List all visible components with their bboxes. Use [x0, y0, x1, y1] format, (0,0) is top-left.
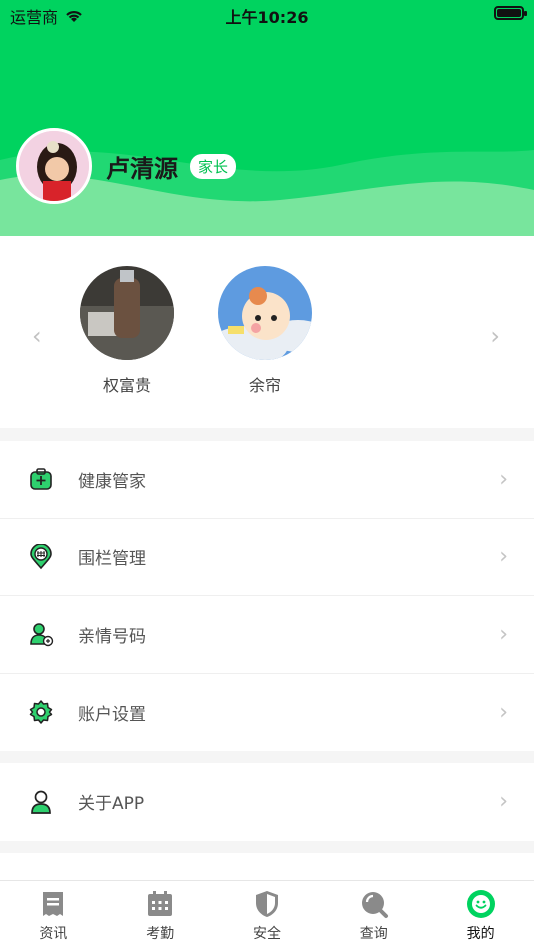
shield-icon	[255, 891, 278, 917]
menu-item-health[interactable]: 健康管家 ›	[0, 441, 534, 519]
tab-label: 资讯	[39, 926, 68, 942]
chevron-right-icon: ›	[499, 544, 508, 570]
role-badge: 家长	[190, 153, 237, 179]
tab-safety[interactable]: 安全	[214, 881, 321, 950]
tab-label: 安全	[252, 926, 281, 942]
child-item[interactable]: 权富贵	[77, 266, 177, 396]
tab-bar: 资讯 考勤 安全 查询 我的	[0, 880, 534, 950]
chevron-right-icon: ›	[499, 699, 508, 725]
family-contact-icon	[30, 623, 54, 647]
fence-pin-icon	[30, 543, 52, 569]
status-time: 上午10:26	[225, 8, 309, 27]
user-name: 卢清源	[106, 154, 178, 183]
child-name: 余帘	[248, 376, 281, 395]
child-avatar[interactable]	[218, 266, 312, 360]
menu-group-main: 健康管家 › 围栏管理 › 亲情号码 › 账户设置 ›	[0, 441, 534, 751]
menu-item-family[interactable]: 亲情号码 ›	[0, 596, 534, 674]
news-icon	[43, 892, 64, 916]
person-icon	[31, 790, 51, 814]
smile-icon	[466, 890, 495, 918]
menu-group-more	[0, 853, 534, 883]
tab-news[interactable]: 资讯	[0, 881, 107, 950]
search-icon	[361, 892, 388, 918]
children-carousel: ‹ 权富贵 余帘 ›	[0, 236, 534, 428]
chevron-right-icon[interactable]: ›	[490, 322, 500, 350]
menu-label: 关于APP	[78, 794, 145, 815]
tab-query[interactable]: 查询	[320, 881, 427, 950]
child-item[interactable]: 余帘	[215, 266, 315, 396]
menu-label: 亲情号码	[78, 626, 146, 647]
tab-label: 查询	[359, 926, 388, 942]
menu-item-about[interactable]: 关于APP ›	[0, 763, 534, 841]
profile-header: 运营商 上午10:26 卢清源 家长	[0, 0, 534, 236]
child-name: 权富贵	[102, 376, 151, 395]
chevron-left-icon[interactable]: ‹	[32, 322, 42, 350]
tab-label: 我的	[466, 926, 495, 942]
profile-info[interactable]: 卢清源 家长	[16, 128, 237, 204]
child-avatar[interactable]	[80, 266, 174, 360]
menu-item-fence[interactable]: 围栏管理 ›	[0, 519, 534, 596]
health-kit-icon	[30, 468, 52, 491]
menu-label: 围栏管理	[78, 549, 146, 570]
chevron-right-icon: ›	[499, 621, 508, 647]
tab-label: 考勤	[146, 926, 175, 942]
menu-item-account[interactable]: 账户设置 ›	[0, 674, 534, 752]
tab-mine[interactable]: 我的	[427, 881, 534, 950]
settings-gear-icon	[29, 700, 53, 724]
menu-group-about: 关于APP ›	[0, 763, 534, 841]
avatar[interactable]	[16, 128, 92, 204]
chevron-right-icon: ›	[499, 789, 508, 815]
battery-icon	[494, 6, 527, 20]
status-bar: 运营商 上午10:26	[0, 0, 534, 30]
chevron-right-icon: ›	[499, 466, 508, 492]
menu-label: 健康管家	[78, 471, 146, 492]
tab-attendance[interactable]: 考勤	[107, 881, 214, 950]
calendar-icon	[148, 891, 173, 916]
menu-label: 账户设置	[78, 704, 146, 725]
